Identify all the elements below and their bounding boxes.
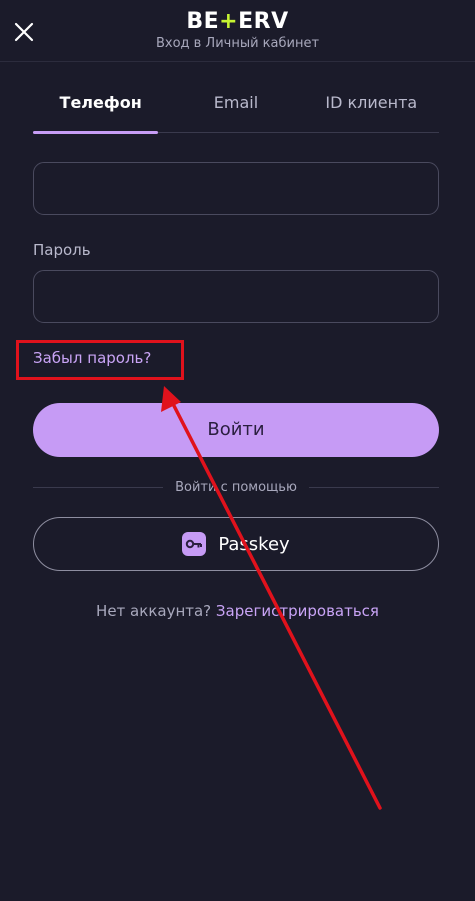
header: BE + ERV Вход в Личный кабинет <box>0 0 475 62</box>
login-method-tabs: Телефон Email ID клиента <box>33 78 439 134</box>
tab-client-id[interactable]: ID клиента <box>304 78 439 132</box>
divider-text: Войти с помощью <box>175 479 297 495</box>
divider-line-right <box>308 486 440 488</box>
divider-line-left <box>33 486 164 488</box>
phone-input[interactable] <box>34 163 438 214</box>
login-page: BE + ERV Вход в Личный кабинет Телефон Ema… <box>0 0 475 901</box>
logo: BE + ERV <box>186 8 289 34</box>
divider: Войти с помощью <box>33 476 440 498</box>
password-label: Пароль <box>33 241 91 259</box>
passkey-label: Passkey <box>218 533 290 555</box>
password-input[interactable] <box>34 271 438 322</box>
phone-field[interactable] <box>33 162 439 215</box>
signup-link[interactable]: Зарегистрироваться <box>216 602 379 620</box>
login-button[interactable]: Войти <box>33 403 439 457</box>
password-field[interactable] <box>33 270 439 323</box>
signup-question: Нет аккаунта? <box>96 602 212 620</box>
signup-prompt: Нет аккаунта? Зарегистрироваться <box>0 602 475 620</box>
tab-email[interactable]: Email <box>168 78 303 132</box>
tab-phone[interactable]: Телефон <box>33 78 168 134</box>
key-icon <box>182 532 207 556</box>
forgot-password-link[interactable]: Забыл пароль? <box>33 349 151 367</box>
passkey-button[interactable]: Passkey <box>33 517 439 571</box>
page-subtitle: Вход в Личный кабинет <box>155 36 320 51</box>
